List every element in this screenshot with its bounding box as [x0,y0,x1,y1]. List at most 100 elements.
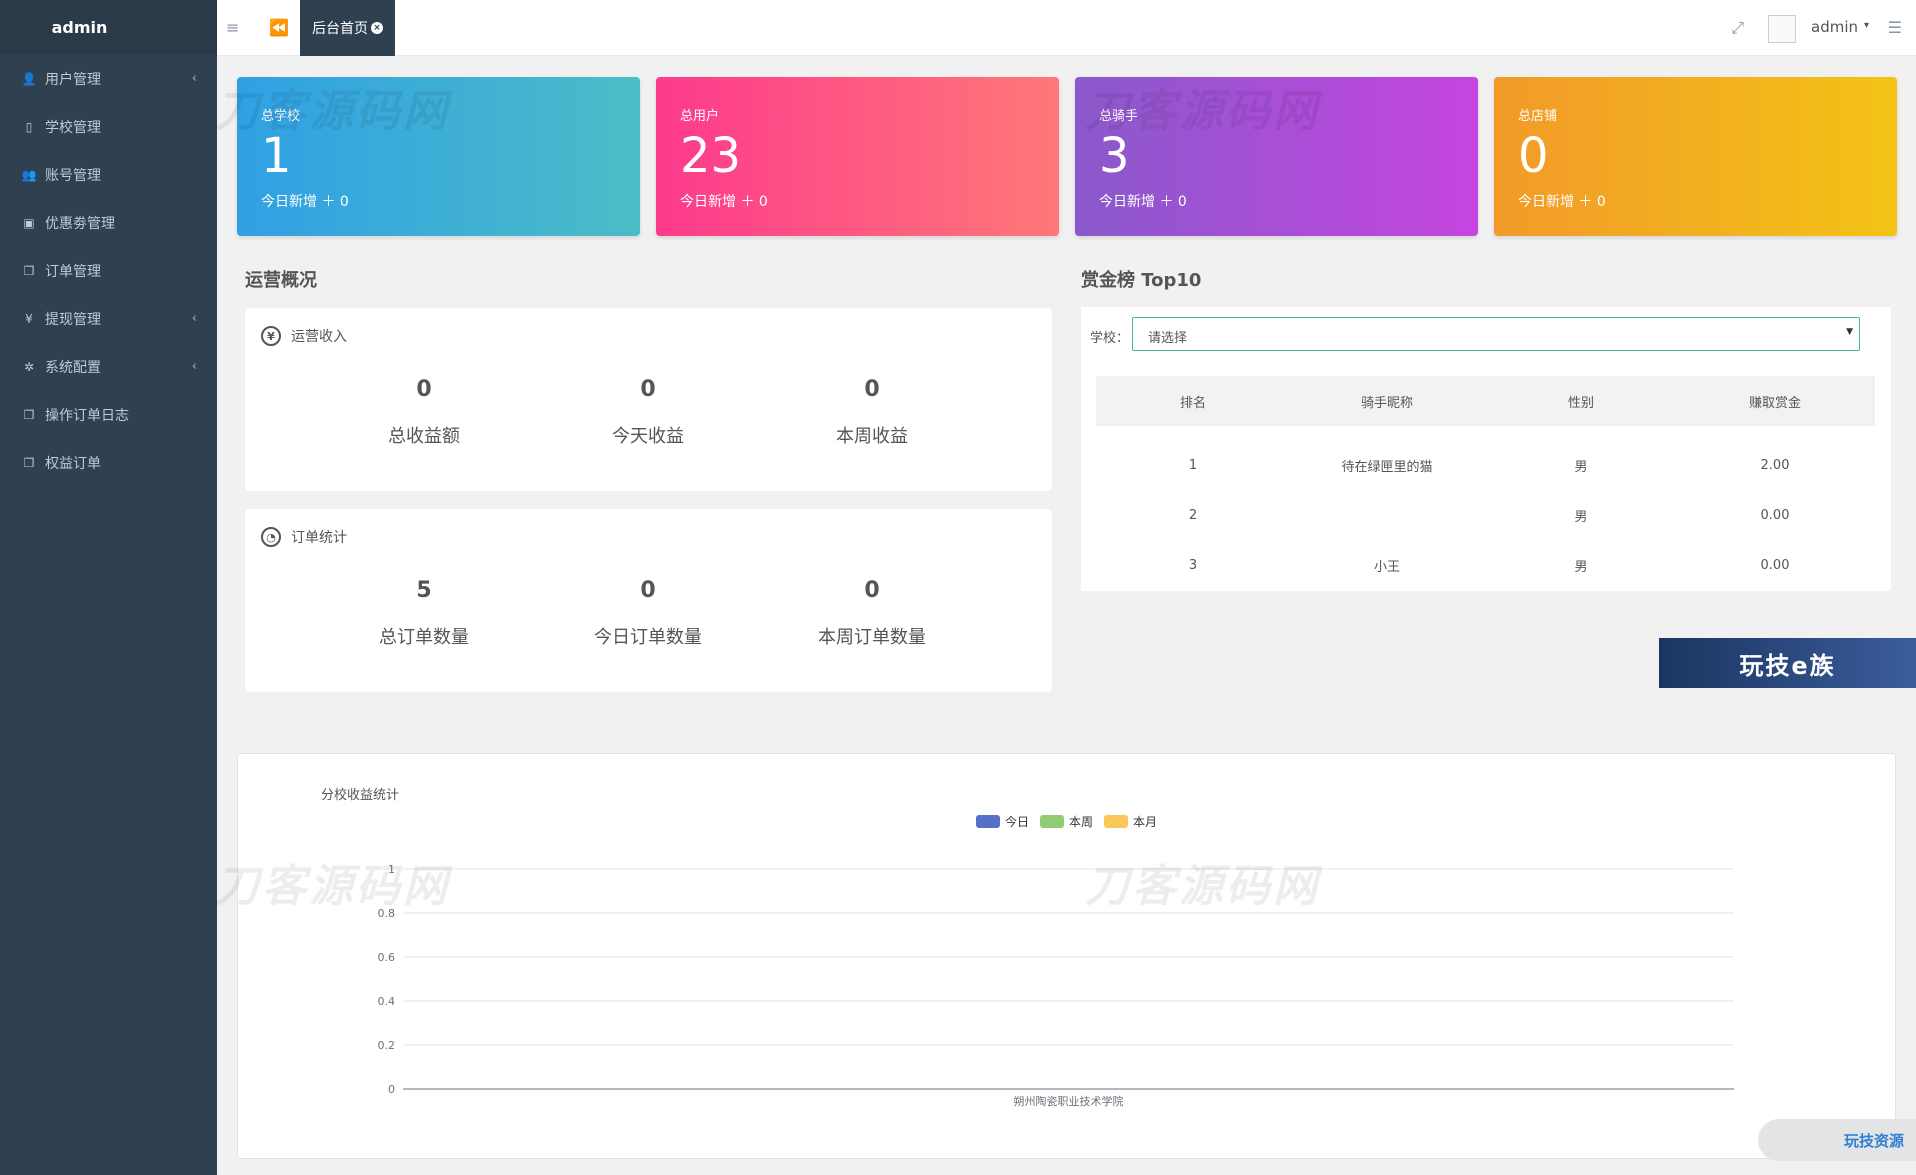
fullscreen-icon[interactable]: ⤢ [1731,18,1744,38]
school-label: 学校： [1090,331,1130,346]
sidebar-item-8[interactable]: ❐ 权益订单 [0,439,217,487]
leaderboard-header: 排名 骑手昵称 性别 赚取赏金 [1096,376,1875,426]
user-name[interactable]: admin [1811,18,1858,36]
sidebar-menu: 👤 用户管理 ‹ ▯ 学校管理 👥 账号管理 ▣ 优惠劵管理 ❐ 订单管理 ¥ 提现管理 ‹ ✲ 系统配置 ‹ ❐… [0,55,217,487]
stat-card-schools: 总学校 1 今日新增 ＋ 0 [237,77,640,236]
cell-rank: 1 [1188,457,1198,473]
stat-label: 今天收益 [612,426,684,447]
sidebar-item-label: 优惠劵管理 [45,216,115,232]
y-tick-label: 0.2 [378,1039,396,1052]
stat-week-orders: 0 本周订单数量 [772,578,972,649]
cell-bounty: 0.00 [1760,557,1790,573]
orders-header-label: 订单统计 [291,530,347,546]
close-icon[interactable]: × [371,22,383,34]
ad-banner[interactable]: 玩技e族 [1659,638,1916,688]
resource-float-button[interactable]: 玩技资源 [1758,1119,1916,1161]
stat-value: 0 [640,377,656,402]
stat-value: 0 [864,377,880,402]
legend-label[interactable]: 本月 [1133,815,1157,829]
cell-rank: 2 [1188,507,1198,523]
legend-swatch[interactable] [1104,815,1128,828]
card-sub: 今日新增 ＋ 0 [261,194,349,210]
stat-card-shops: 总店铺 0 今日新增 ＋ 0 [1494,77,1897,236]
tab-back-icon[interactable]: ⏪ [269,18,289,37]
legend-swatch[interactable] [1040,815,1064,828]
stat-card-users: 总用户 23 今日新增 ＋ 0 [656,77,1059,236]
card-value: 1 [261,128,292,184]
cell-gender: 男 [1574,559,1588,575]
stat-value: 5 [416,578,432,603]
y-tick-label: 1 [388,863,395,876]
y-tick-label: 0.4 [378,995,396,1008]
stat-today-income: 0 今天收益 [548,377,748,448]
yen-circle-icon: ¥ [261,326,281,346]
sidebar-item-label: 系统配置 [45,360,101,376]
y-tick-label: 0.8 [378,907,396,920]
ops-title: 运营概况 [245,270,317,291]
sidebar-item-label: 权益订单 [45,456,101,472]
chevron-down-icon: ▼ [1846,327,1853,337]
income-header-label: 运营收入 [291,329,347,345]
sidebar-item-label: 操作订单日志 [45,408,129,424]
card-value: 3 [1099,128,1130,184]
brand-label: admin [51,18,108,37]
table-row: 3 小王 男 0.00 [1096,540,1875,590]
branch-income-chart: 分校收益统计今日 本周 本月 0 0.2 0.4 0.6 0.8 1 朔州陶瓷职业技术学院 [321,787,1734,1108]
orders-header: ◔ 订单统计 [261,527,347,547]
stat-total-income: 0 总收益额 [324,377,524,448]
column-header: 性别 [1567,395,1594,411]
table-row: 2 男 0.00 [1096,490,1875,540]
cell-nickname: 待在绿匣里的猫 [1341,459,1433,475]
copy-icon: ❐ [23,408,35,422]
yen-icon: ¥ [25,312,33,326]
gear-icon: ✲ [23,360,35,374]
sidebar-item-3[interactable]: ▣ 优惠劵管理 [0,199,217,247]
topbar: ≡ ⏪ 后台首页 × ⤢ admin ▾ ☰ [217,0,1916,56]
stat-value: 0 [640,578,656,603]
card-sub: 今日新增 ＋ 0 [1099,194,1187,210]
sidebar: admin 👤 用户管理 ‹ ▯ 学校管理 👥 账号管理 ▣ 优惠劵管理 ❐ 订单管理 ¥ 提现管理 ‹ ✲… [0,0,217,1175]
card-title: 总用户 [680,109,720,124]
income-panel: ¥ 运营收入 0 总收益额 0 今天收益 0 本周收益 [245,308,1052,491]
y-tick-label: 0.6 [378,951,396,964]
sidebar-item-4[interactable]: ❐ 订单管理 [0,247,217,295]
column-header: 赚取赏金 [1748,395,1801,411]
cell-gender: 男 [1574,459,1588,475]
stat-week-income: 0 本周收益 [772,377,972,448]
stat-value: 0 [416,377,432,402]
sidebar-item-0[interactable]: 👤 用户管理 ‹ [0,55,217,103]
stat-label: 今日订单数量 [594,627,702,648]
legend-swatch[interactable] [976,815,1000,828]
list-icon[interactable]: ☰ [1888,18,1902,37]
sidebar-item-label: 学校管理 [45,120,101,136]
chevron-down-icon[interactable]: ▾ [1864,20,1869,31]
avatar[interactable] [1768,15,1796,43]
users-icon: 👥 [21,168,37,182]
cell-rank: 3 [1188,557,1198,573]
copy-icon: ❐ [23,456,35,470]
chart-pie-icon: ◔ [261,527,281,547]
tab-home[interactable]: 后台首页 × [300,0,395,56]
legend-label[interactable]: 本周 [1069,815,1093,829]
column-header: 排名 [1179,395,1206,411]
chart-panel: 分校收益统计 今日 本周 本月 0 0.2 0.4 0.6 0.8 1 朔州陶瓷职业技术学院 [237,753,1896,1159]
stat-label: 总收益额 [388,426,460,447]
school-select[interactable]: 请选择 ▼ [1132,317,1860,351]
card-sub: 今日新增 ＋ 0 [680,194,768,210]
sidebar-item-2[interactable]: 👥 账号管理 [0,151,217,199]
card-title: 总店铺 [1518,109,1558,124]
sidebar-item-5[interactable]: ¥ 提现管理 ‹ [0,295,217,343]
x-tick-label: 朔州陶瓷职业技术学院 [1014,1094,1124,1108]
sidebar-item-1[interactable]: ▯ 学校管理 [0,103,217,151]
stat-label: 本周收益 [836,426,908,447]
user-icon: 👤 [21,72,37,86]
sidebar-item-6[interactable]: ✲ 系统配置 ‹ [0,343,217,391]
money-icon: ▣ [23,216,35,230]
legend-label[interactable]: 今日 [1005,814,1029,829]
sidebar-item-7[interactable]: ❐ 操作订单日志 [0,391,217,439]
stat-today-orders: 0 今日订单数量 [548,578,748,649]
brand[interactable]: admin [0,0,217,55]
menu-toggle-icon[interactable]: ≡ [226,18,239,37]
card-sub: 今日新增 ＋ 0 [1518,194,1606,210]
cell-bounty: 0.00 [1760,507,1790,523]
